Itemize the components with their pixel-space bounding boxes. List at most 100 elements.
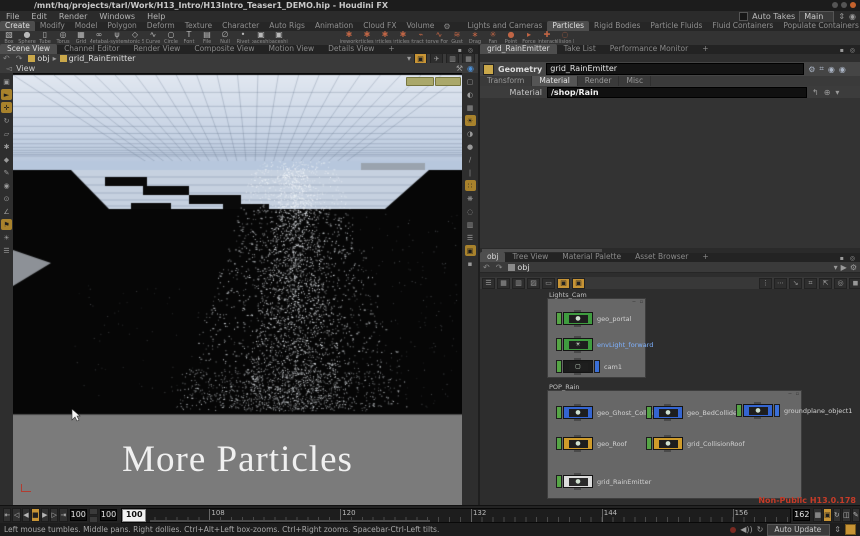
shelf-tab-particle-fluids[interactable]: Particle Fluids bbox=[645, 21, 707, 31]
display-flag-icon[interactable] bbox=[556, 338, 562, 351]
node-body[interactable]: ● bbox=[653, 406, 683, 419]
export-icon[interactable]: ⇱ bbox=[819, 278, 832, 289]
play-reverse-icon[interactable]: ◀ bbox=[22, 508, 30, 522]
node-body[interactable]: ● bbox=[563, 475, 593, 488]
tab-asset-browser[interactable]: Asset Browser bbox=[628, 252, 695, 262]
stow-icon[interactable]: ▪ bbox=[465, 258, 476, 269]
param-tab-transform[interactable]: Transform bbox=[480, 76, 532, 86]
sync-icon[interactable]: ↻ bbox=[757, 525, 764, 534]
tab-tree-view[interactable]: Tree View bbox=[505, 252, 555, 262]
param-tab-render[interactable]: Render bbox=[578, 76, 620, 86]
snapshot-icon[interactable]: ▣ bbox=[465, 245, 476, 256]
snap-tool-icon[interactable]: ⊙ bbox=[1, 193, 12, 204]
shelf-tab-deform[interactable]: Deform bbox=[142, 21, 180, 31]
node-body[interactable]: ● bbox=[563, 406, 593, 419]
network-node[interactable]: ●geo_portal bbox=[556, 312, 631, 325]
add-tab-button[interactable]: + bbox=[695, 44, 715, 54]
display-particles-icon[interactable]: ❋ bbox=[465, 193, 476, 204]
slash-icon[interactable]: ∕ bbox=[465, 154, 476, 165]
shelf-tab-character[interactable]: Character bbox=[217, 21, 264, 31]
network-node[interactable]: ☀envLight_forward bbox=[556, 338, 653, 351]
shelf-tab-lights-and-cameras[interactable]: Lights and Cameras bbox=[463, 21, 548, 31]
gear-icon[interactable]: ⚙ bbox=[808, 65, 815, 74]
collapse-icon[interactable]: ◅ bbox=[6, 64, 12, 73]
param-tab-misc[interactable]: Misc bbox=[619, 76, 651, 86]
shelf-tab-auto-rigs[interactable]: Auto Rigs bbox=[264, 21, 310, 31]
shelf-tab-polygon[interactable]: Polygon bbox=[102, 21, 141, 31]
pane-controls-icon[interactable]: ▪ ◎ bbox=[840, 47, 857, 54]
axis-icon[interactable]: ⚒ bbox=[456, 64, 463, 73]
smooth-shade-icon[interactable]: ● bbox=[465, 141, 476, 152]
network-node[interactable]: ●grid_CollisionRoof bbox=[646, 437, 745, 450]
back-icon[interactable]: ↶ bbox=[0, 54, 13, 63]
title-bar[interactable]: /mnt/hq/projects/tarl/Work/H13_Intro/H13… bbox=[0, 0, 860, 11]
shelf-tab-particles[interactable]: Particles bbox=[547, 21, 589, 31]
particles-tool-gust[interactable]: ≋Gust bbox=[448, 31, 466, 46]
window-control-dot[interactable] bbox=[841, 2, 847, 8]
shelf-tab-populate-containers[interactable]: Populate Containers bbox=[778, 21, 860, 31]
tab-performance-monitor[interactable]: Performance Monitor bbox=[603, 44, 695, 54]
display-flag-icon[interactable] bbox=[556, 475, 562, 488]
range-lock-icon[interactable] bbox=[89, 508, 98, 515]
window-controls[interactable] bbox=[832, 2, 856, 8]
network-node[interactable]: ●groundplane_object1 bbox=[736, 404, 852, 417]
tab-material-palette[interactable]: Material Palette bbox=[555, 252, 628, 262]
tab-composite-view[interactable]: Composite View bbox=[187, 44, 261, 54]
tab-render-view[interactable]: Render View bbox=[126, 44, 187, 54]
dots2-icon[interactable]: ⋯ bbox=[774, 278, 787, 289]
current-frame-marker[interactable]: 100 bbox=[122, 509, 146, 522]
path-dropdown-icon[interactable]: ▾ bbox=[834, 263, 838, 272]
path-node-chip[interactable]: grid_RainEmitter bbox=[57, 54, 139, 63]
scale-tool-icon[interactable]: ▱ bbox=[1, 128, 12, 139]
layout-icon[interactable]: ⌗ bbox=[804, 278, 817, 289]
menu-caret-icon[interactable]: ▾ bbox=[835, 88, 839, 97]
jump-end-icon[interactable]: ⇥ bbox=[59, 508, 67, 522]
display-flag-icon[interactable] bbox=[556, 406, 562, 419]
flag-tool-icon[interactable]: ⚑ bbox=[1, 219, 12, 230]
timeline-scrollbar[interactable] bbox=[150, 520, 430, 522]
display-flag-icon[interactable] bbox=[556, 360, 562, 373]
param-tab-material[interactable]: Material bbox=[532, 76, 577, 86]
grid-snap-icon[interactable]: ▦ bbox=[497, 278, 510, 289]
playbar-options-icon[interactable]: ✎ bbox=[852, 508, 860, 522]
audio-icon[interactable]: ◫ bbox=[842, 508, 851, 522]
speaker-icon[interactable]: ◀)) bbox=[740, 525, 752, 534]
realtime-toggle-icon[interactable]: ▣ bbox=[823, 508, 832, 522]
pane-controls-icon[interactable]: ▪ ◎ bbox=[840, 255, 857, 262]
render-flag-icon[interactable] bbox=[594, 360, 600, 373]
next-frame-icon[interactable]: ▷ bbox=[50, 508, 58, 522]
record-icon[interactable] bbox=[730, 527, 736, 533]
range-start-field[interactable]: 100 bbox=[100, 509, 117, 521]
node-body[interactable]: ● bbox=[563, 437, 593, 450]
network-path-chip[interactable]: obj bbox=[505, 263, 532, 272]
node-name-field[interactable]: grid_RainEmitter bbox=[546, 63, 804, 75]
display-flag-icon[interactable] bbox=[556, 437, 562, 450]
lighting-icon[interactable]: ☀ bbox=[465, 115, 476, 126]
prev-frame-icon[interactable]: ◁ bbox=[12, 508, 20, 522]
material-field[interactable]: /shop/Rain bbox=[547, 87, 807, 98]
display-flag-icon[interactable] bbox=[736, 404, 742, 417]
window-control-dot[interactable] bbox=[832, 2, 838, 8]
shelf-tab-texture[interactable]: Texture bbox=[180, 21, 217, 31]
current-frame-field[interactable]: 100 bbox=[70, 509, 87, 521]
display-options-icon[interactable]: ▥ bbox=[465, 219, 476, 230]
display-flag-icon[interactable] bbox=[646, 406, 652, 419]
group-list-icon[interactable]: ☰ bbox=[465, 232, 476, 243]
tab-motion-view[interactable]: Motion View bbox=[262, 44, 322, 54]
add-tab-button[interactable]: + bbox=[695, 252, 715, 262]
range-end-field[interactable]: 162 bbox=[793, 509, 810, 521]
path-dropdown-icon[interactable]: ▾ bbox=[407, 54, 411, 63]
select-tool-icon[interactable]: ► bbox=[1, 89, 12, 100]
menu-item-help[interactable]: Help bbox=[141, 12, 171, 21]
forward-icon[interactable]: ↷ bbox=[493, 263, 506, 272]
light-tool-icon[interactable]: ☀ bbox=[1, 232, 12, 243]
shelf-tab-animation[interactable]: Animation bbox=[310, 21, 358, 31]
memory-icon[interactable] bbox=[845, 524, 856, 535]
menu-item-windows[interactable]: Windows bbox=[93, 12, 141, 21]
tile-icon[interactable]: ▥ bbox=[512, 278, 525, 289]
arrow-icon[interactable]: ↘ bbox=[789, 278, 802, 289]
shelf-tab-create[interactable]: Create bbox=[0, 21, 35, 31]
translate-tool-icon[interactable]: ✛ bbox=[1, 102, 12, 113]
network-box-controls-icon[interactable]: − ▫ bbox=[788, 391, 800, 397]
node-body[interactable]: ● bbox=[743, 404, 773, 417]
